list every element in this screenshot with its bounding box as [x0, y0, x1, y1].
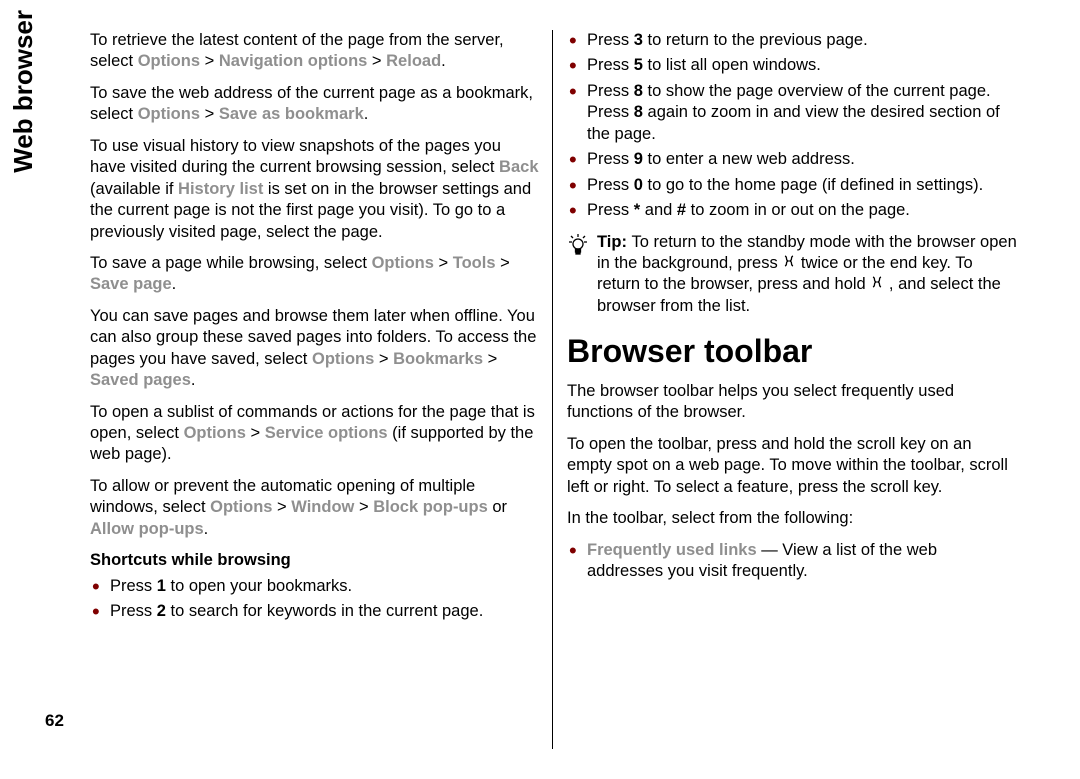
- shortcut-list-left: Press 1 to open your bookmarks. Press 2 …: [90, 576, 540, 623]
- shortcut-item: Press * and # to zoom in or out on the p…: [567, 200, 1017, 221]
- para-save-page: To save a page while browsing, select Op…: [90, 253, 540, 296]
- tip-text: Tip: To return to the standby mode with …: [597, 232, 1017, 318]
- shortcut-item: Press 8 to show the page overview of the…: [567, 81, 1017, 145]
- right-column: Press 3 to return to the previous page. …: [552, 30, 1017, 749]
- para-reload: To retrieve the latest content of the pa…: [90, 30, 540, 73]
- shortcut-item: Press 2 to search for keywords in the cu…: [90, 601, 540, 622]
- para-toolbar-select: In the toolbar, select from the followin…: [567, 508, 1017, 529]
- left-column: To retrieve the latest content of the pa…: [90, 30, 552, 749]
- para-toolbar-intro: The browser toolbar helps you select fre…: [567, 381, 1017, 424]
- manual-page: Web browser 62 To retrieve the latest co…: [0, 0, 1080, 779]
- shortcut-item: Press 5 to list all open windows.: [567, 55, 1017, 76]
- para-saved-pages: You can save pages and browse them later…: [90, 306, 540, 392]
- page-number: 62: [45, 711, 64, 731]
- para-toolbar-open: To open the toolbar, press and hold the …: [567, 434, 1017, 498]
- tip-block: Tip: To return to the standby mode with …: [567, 232, 1017, 318]
- shortcut-item: Press 1 to open your bookmarks.: [90, 576, 540, 597]
- lightbulb-icon: [567, 234, 589, 264]
- toolbar-option-item: Frequently used links — View a list of t…: [567, 540, 1017, 583]
- shortcut-item: Press 9 to enter a new web address.: [567, 149, 1017, 170]
- para-visual-history: To use visual history to view snapshots …: [90, 136, 540, 243]
- shortcut-item: Press 3 to return to the previous page.: [567, 30, 1017, 51]
- para-popups: To allow or prevent the automatic openin…: [90, 476, 540, 540]
- section-heading-browser-toolbar: Browser toolbar: [567, 331, 1017, 373]
- side-section-title: Web browser: [8, 10, 39, 173]
- para-save-bookmark: To save the web address of the current p…: [90, 83, 540, 126]
- shortcut-item: Press 0 to go to the home page (if defin…: [567, 175, 1017, 196]
- two-column-layout: To retrieve the latest content of the pa…: [90, 30, 1045, 749]
- menu-key-icon: [870, 274, 884, 295]
- menu-key-icon: [782, 253, 796, 274]
- shortcuts-heading: Shortcuts while browsing: [90, 550, 540, 571]
- shortcut-list-right: Press 3 to return to the previous page. …: [567, 30, 1017, 222]
- toolbar-option-list: Frequently used links — View a list of t…: [567, 540, 1017, 583]
- para-service-options: To open a sublist of commands or actions…: [90, 402, 540, 466]
